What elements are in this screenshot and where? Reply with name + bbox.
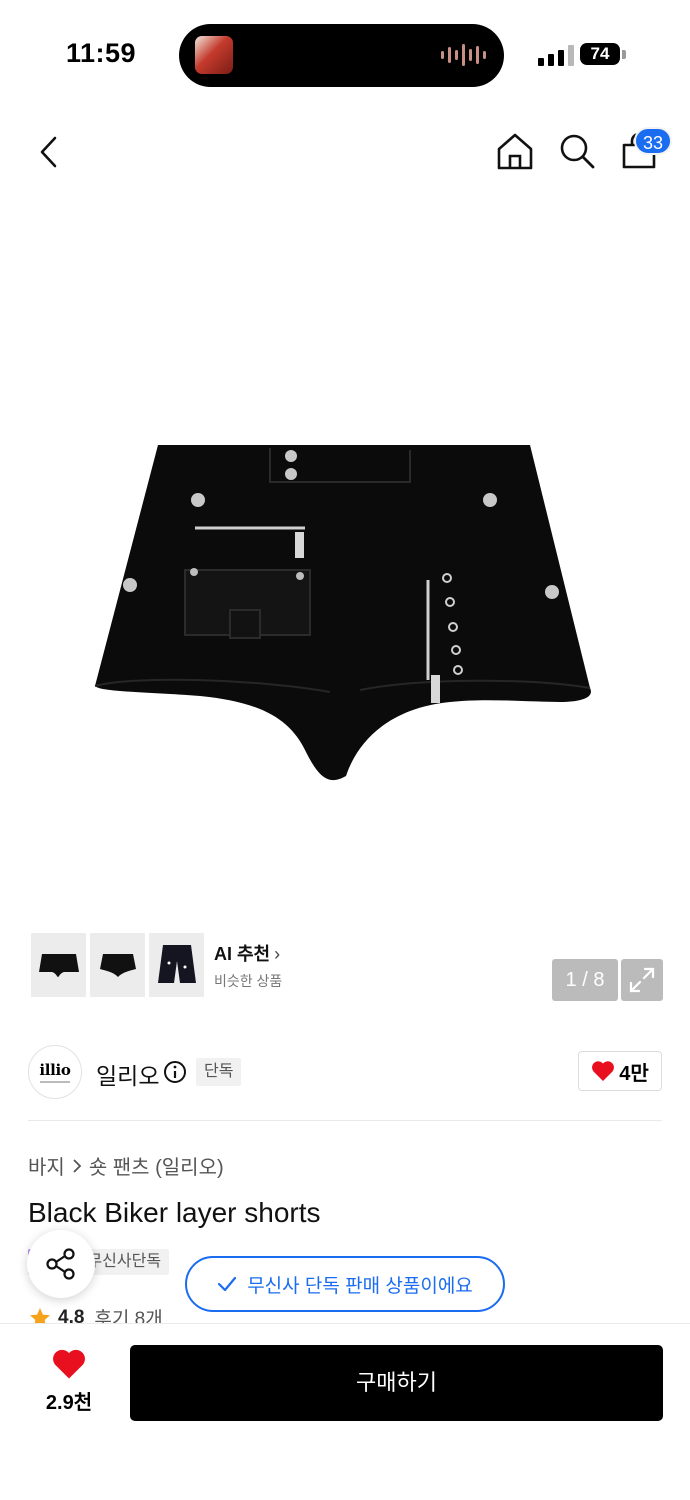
heart-icon [53,1349,85,1379]
check-icon [218,1276,237,1292]
heart-icon [592,1061,615,1081]
ai-recommend-thumb[interactable] [149,933,204,997]
brand-like-button[interactable]: 4만 [578,1051,662,1091]
product-photo[interactable] [90,440,600,785]
share-button[interactable] [27,1230,95,1298]
breadcrumb: 바지 숏 팬츠 (일리오) [28,1151,224,1180]
chevron-right-icon [73,1158,82,1173]
search-icon [560,134,595,169]
chevron-right-icon: › [274,943,281,964]
ai-recommend-subtitle: 비슷한 상품 [214,972,283,989]
audio-wave-icon [441,44,486,66]
home-button[interactable] [494,130,536,172]
ai-recommend-text[interactable]: AI 추천 › 비슷한 상품 [214,940,282,991]
status-time: 11:59 [66,38,137,68]
ai-recommend-thumb[interactable] [90,933,145,997]
exclusive-toast: 무신사 단독 판매 상품이에요 [185,1256,505,1312]
exclusive-badge: 단독 [196,1058,242,1086]
product-like-count: 2.9천 [45,1392,93,1414]
search-button[interactable] [556,130,598,172]
ai-recommend-thumb[interactable] [31,933,86,997]
toast-text: 무신사 단독 판매 상품이에요 [247,1275,473,1297]
brand-like-count: 4만 [619,1062,649,1085]
expand-icon [629,967,655,993]
divider [28,1120,662,1121]
breadcrumb-item[interactable]: 숏 팬츠 (일리오) [89,1151,224,1180]
battery-nub [622,50,626,59]
ai-recommend-card[interactable]: AI 추천 › 비슷한 상품 [27,929,297,1001]
cart-count-badge: 33 [634,127,672,155]
dynamic-island[interactable] [179,24,504,87]
status-bar: 11:59 74 [0,0,690,110]
fullscreen-button[interactable] [621,959,663,1001]
brand-logo[interactable]: illio [28,1045,82,1099]
chevron-left-icon [40,136,57,168]
breadcrumb-item[interactable]: 바지 [28,1151,65,1180]
cellular-signal-icon [538,44,574,66]
product-like-button[interactable]: 2.9천 [30,1348,108,1415]
info-icon[interactable] [163,1060,187,1084]
now-playing-artwork [195,36,233,74]
share-icon [46,1248,75,1280]
home-icon [497,133,533,170]
product-title: Black Biker layer shorts [28,1197,321,1228]
brand-name[interactable]: 일리오 [96,1057,159,1091]
battery-icon: 74 [580,43,620,65]
buy-button[interactable]: 구매하기 [130,1345,663,1421]
back-button[interactable] [30,130,70,174]
ai-recommend-title: AI 추천 › [214,943,281,964]
image-page-counter: 1 / 8 [552,959,618,1001]
